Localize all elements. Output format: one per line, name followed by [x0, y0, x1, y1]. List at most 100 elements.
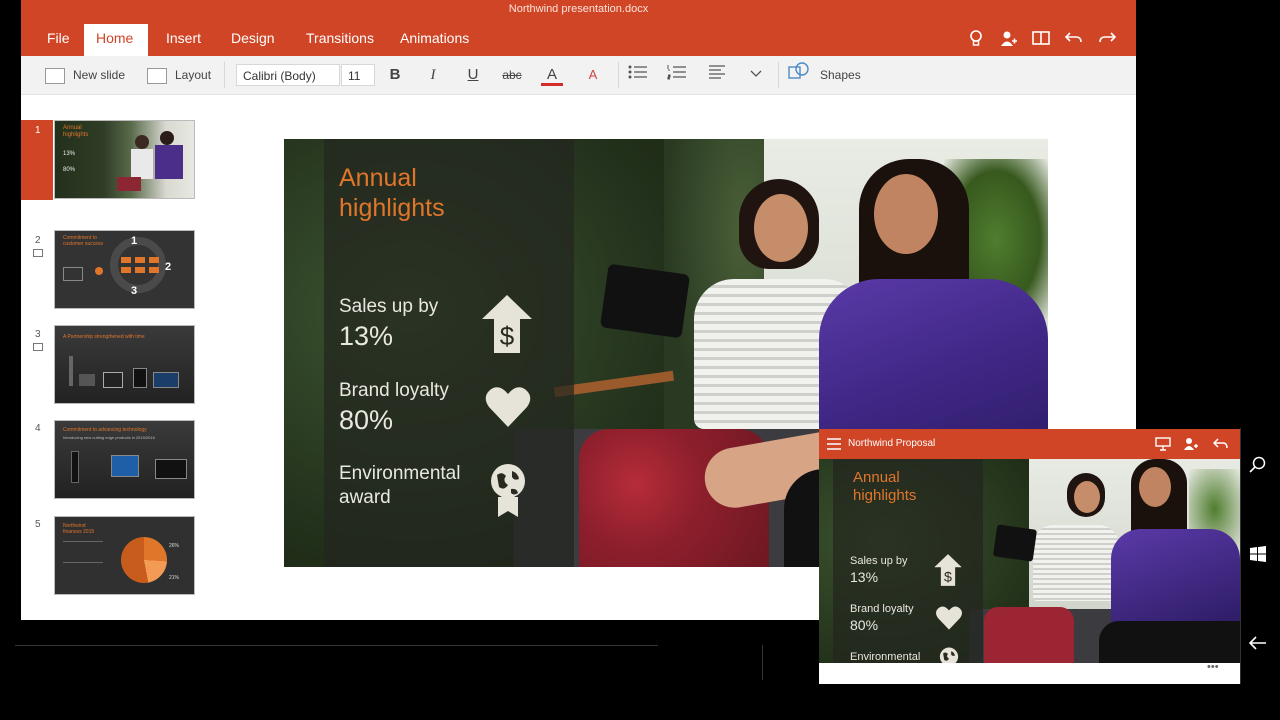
- shapes-button[interactable]: Shapes: [788, 56, 861, 94]
- divider: [778, 62, 779, 88]
- title-bar: Northwind presentation.docx File Home In…: [21, 0, 1136, 56]
- back-icon[interactable]: [1241, 634, 1275, 655]
- slide-thumbnail-4[interactable]: Commitment to advancing technology Intro…: [54, 420, 195, 499]
- slide-title[interactable]: Annual highlights: [339, 163, 499, 223]
- thumb-title: A Partnership strengthened with time: [63, 334, 145, 340]
- tab-transitions[interactable]: Transitions: [294, 24, 386, 56]
- phone-document-title: Northwind Proposal: [848, 438, 936, 449]
- thumb-value: 80%: [63, 167, 76, 173]
- new-slide-label: New slide: [73, 68, 126, 82]
- tablet: [992, 524, 1038, 562]
- reading-view-icon[interactable]: [1031, 30, 1051, 50]
- italic-button[interactable]: I: [422, 64, 444, 86]
- phone-title-bar: Northwind Proposal: [819, 429, 1246, 459]
- ribbon: New slide Layout Calibri (Body) 11 B I U…: [21, 56, 1136, 95]
- tab-file[interactable]: File: [35, 24, 82, 56]
- share-user-icon[interactable]: [999, 30, 1019, 50]
- dollar-arrow-icon: $: [933, 553, 963, 592]
- thumb-number: 2: [165, 261, 172, 273]
- more-options-button[interactable]: •••: [1207, 661, 1219, 673]
- underline-button[interactable]: U: [462, 64, 484, 86]
- share-user-icon[interactable]: [1183, 436, 1199, 457]
- person-skirt: [984, 607, 1074, 663]
- shapes-label: Shapes: [820, 68, 861, 82]
- tab-design[interactable]: Design: [219, 24, 287, 56]
- environmental-value[interactable]: award: [339, 487, 391, 509]
- heart-icon: [484, 385, 532, 434]
- thumb-device: [79, 374, 95, 386]
- tab-insert[interactable]: Insert: [154, 24, 213, 56]
- thumb-pie: [121, 537, 167, 583]
- thumb-box: [149, 267, 159, 273]
- comment-icon: [33, 343, 43, 351]
- clear-format-button[interactable]: A: [582, 64, 604, 86]
- sales-label[interactable]: Sales up by: [339, 296, 438, 318]
- new-slide-button[interactable]: New slide: [45, 56, 125, 94]
- thumb-label: 26%: [169, 543, 180, 549]
- phone-sales-label: Sales up by: [850, 555, 908, 567]
- font-color-button[interactable]: A: [541, 64, 563, 86]
- thumb-title: Commitment to advancing technology: [63, 427, 147, 433]
- thumb-box: [121, 257, 131, 263]
- tab-home[interactable]: Home: [84, 24, 148, 56]
- font-size-field[interactable]: 11: [341, 64, 375, 86]
- slide-thumbnail-5[interactable]: Northwind finances 2015 26% 21%: [54, 516, 195, 595]
- person-pants: [1099, 621, 1240, 663]
- slide-number: 5: [35, 519, 41, 530]
- comment-icon: [33, 249, 43, 257]
- person-face: [874, 174, 938, 254]
- new-slide-icon: [45, 67, 65, 84]
- environmental-label[interactable]: Environmental: [339, 463, 460, 485]
- thumb-device: [71, 451, 79, 483]
- thumb-subtitle: Introducing new cutting edge products in…: [63, 435, 155, 440]
- tab-animations[interactable]: Animations: [388, 24, 481, 56]
- align-icon[interactable]: [706, 64, 728, 86]
- slide-number: 4: [35, 423, 41, 434]
- layout-icon: [147, 67, 167, 84]
- layout-button[interactable]: Layout: [147, 56, 211, 94]
- thumb-device: [69, 356, 73, 386]
- undo-icon[interactable]: [1212, 437, 1229, 455]
- thumb-device: [153, 372, 179, 388]
- thumb-box: [149, 257, 159, 263]
- hamburger-menu-icon[interactable]: [827, 437, 841, 455]
- redo-icon[interactable]: [1097, 30, 1117, 50]
- thumb-device: [155, 459, 187, 479]
- person-face: [1139, 467, 1171, 507]
- slide-number: 2: [35, 235, 41, 246]
- slide-thumbnail-3[interactable]: A Partnership strengthened with time: [54, 325, 195, 404]
- divider: [224, 62, 225, 88]
- document-title: Northwind presentation.docx: [508, 3, 649, 15]
- font-name-field[interactable]: Calibri (Body): [236, 64, 340, 86]
- thumbnail-pane: 1 2 3 4 5 Annual highlights 13% 80% Comm…: [21, 95, 251, 615]
- slide-thumbnail-1[interactable]: Annual highlights 13% 80%: [54, 120, 195, 199]
- phone-slide-title: Annual highlights: [853, 469, 917, 504]
- chevron-down-icon[interactable]: [745, 64, 767, 86]
- phone-slide[interactable]: Annual highlights Sales up by 13% $ Bran…: [819, 459, 1240, 663]
- sales-value[interactable]: 13%: [339, 321, 393, 352]
- slide-thumbnail-2[interactable]: Commitment to customer success 1 2 3: [54, 230, 195, 309]
- divider: [762, 645, 763, 680]
- thumb-circle: [110, 237, 166, 293]
- svg-text:$: $: [500, 321, 515, 351]
- slide-number: 1: [35, 125, 41, 136]
- undo-icon[interactable]: [1064, 30, 1084, 50]
- layout-label: Layout: [175, 68, 212, 82]
- heart-icon: [935, 605, 963, 636]
- windows-icon[interactable]: [1241, 546, 1275, 567]
- numbering-icon[interactable]: [666, 64, 688, 86]
- phone-environmental-label: Environmental: [850, 651, 921, 663]
- thumb-text-lines: [63, 541, 103, 563]
- brand-loyalty-label[interactable]: Brand loyalty: [339, 380, 449, 402]
- strikethrough-button[interactable]: abc: [501, 64, 523, 86]
- lightbulb-icon[interactable]: [966, 30, 986, 50]
- thumb-device: [111, 455, 139, 477]
- bold-button[interactable]: B: [384, 64, 406, 86]
- present-icon[interactable]: [1155, 437, 1171, 456]
- search-icon[interactable]: [1241, 456, 1275, 479]
- svg-text:$: $: [944, 570, 952, 586]
- divider: [618, 62, 619, 88]
- bullets-icon[interactable]: [627, 64, 649, 86]
- brand-loyalty-value[interactable]: 80%: [339, 405, 393, 436]
- thumb-label: 21%: [169, 575, 180, 581]
